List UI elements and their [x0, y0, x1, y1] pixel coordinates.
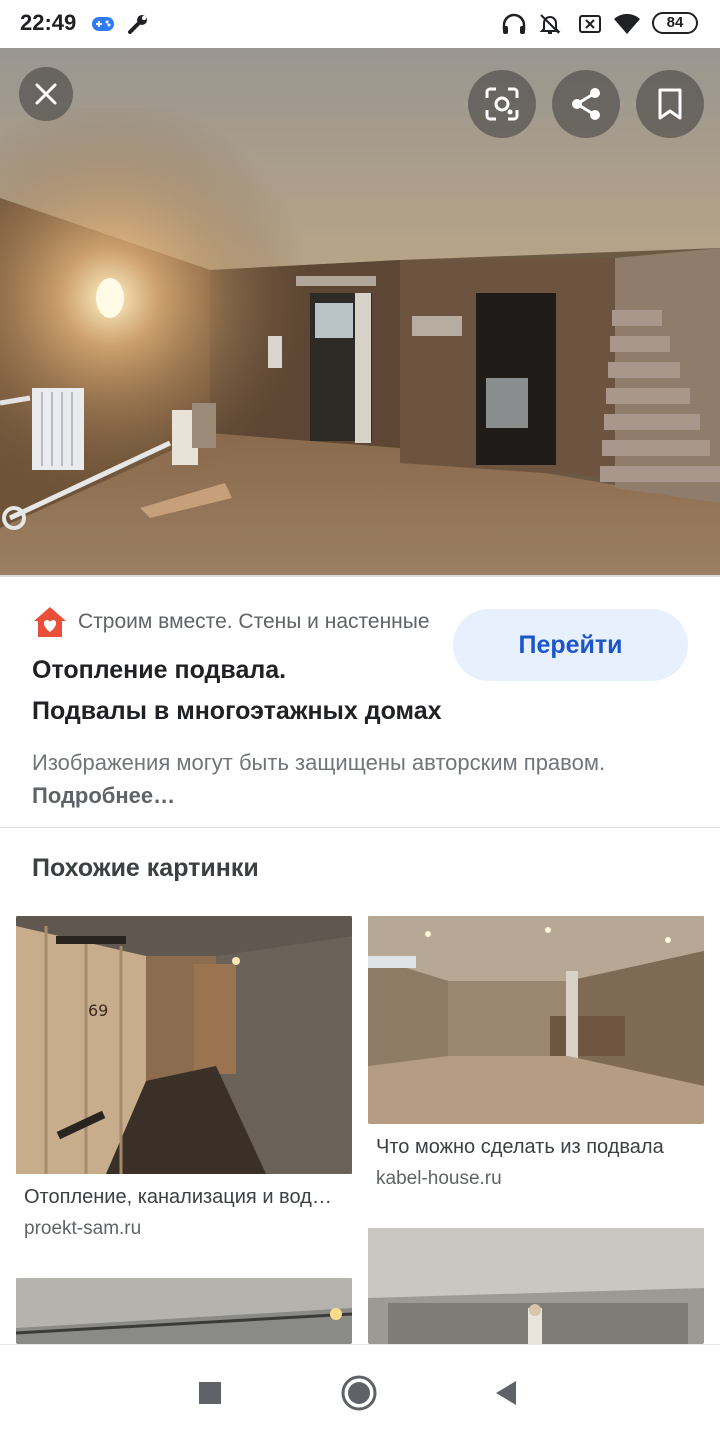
sim-off-icon — [576, 11, 604, 37]
recents-icon[interactable] — [197, 1380, 223, 1406]
battery-level: 84 — [652, 12, 698, 34]
back-icon[interactable] — [492, 1378, 518, 1408]
more-link[interactable]: Подробнее… — [32, 783, 175, 808]
navigation-bar — [0, 1344, 720, 1441]
related-image-4[interactable] — [368, 1228, 704, 1344]
bookmark-icon — [657, 88, 683, 120]
related-heading: Похожие картинки — [32, 854, 259, 882]
source-name: Строим вместе. Стены и настенные — [78, 610, 430, 633]
copyright-notice: Изображения могут быть защищены авторски… — [32, 746, 672, 812]
share-button[interactable] — [552, 70, 620, 138]
site-logo-icon — [32, 605, 68, 639]
related-domain-1: proekt-sam.ru — [24, 1218, 142, 1239]
wrench-icon — [124, 11, 152, 37]
status-time: 22:49 — [20, 10, 77, 35]
wifi-icon — [612, 11, 642, 37]
copyright-text: Изображения могут быть защищены авторски… — [32, 750, 606, 775]
bookmark-button[interactable] — [636, 70, 704, 138]
section-divider — [0, 827, 720, 828]
lens-icon — [484, 86, 520, 122]
related-domain-2: kabel-house.ru — [376, 1168, 502, 1189]
gamepad-icon — [90, 11, 116, 37]
notifications-off-icon — [536, 11, 564, 37]
related-image-1[interactable]: 69 — [16, 916, 352, 1174]
result-title[interactable]: Отопление подвала. Подвалы в многоэтажны… — [32, 650, 442, 732]
related-title-2[interactable]: Что можно сделать из подвала — [376, 1136, 694, 1159]
related-image-2[interactable] — [368, 916, 704, 1124]
share-icon — [569, 86, 603, 122]
close-button[interactable] — [19, 67, 73, 121]
related-image-3[interactable] — [16, 1278, 352, 1344]
svg-text:69: 69 — [88, 1001, 108, 1020]
main-image[interactable] — [0, 48, 720, 575]
related-title-1[interactable]: Отопление, канализация и водопровод — [24, 1186, 334, 1209]
source-link[interactable]: Строим вместе. Стены и настенные — [32, 604, 442, 640]
home-icon[interactable] — [340, 1374, 378, 1412]
image-divider — [0, 575, 720, 577]
lens-button[interactable] — [468, 70, 536, 138]
visit-button[interactable]: Перейти — [453, 609, 688, 681]
result-title-line1: Отопление подвала. — [32, 656, 287, 684]
headphones-icon — [500, 11, 528, 37]
result-title-line2: Подвалы в многоэтажных домах — [32, 697, 442, 725]
status-bar: 22:49 84 — [0, 0, 720, 48]
close-icon — [33, 81, 59, 107]
